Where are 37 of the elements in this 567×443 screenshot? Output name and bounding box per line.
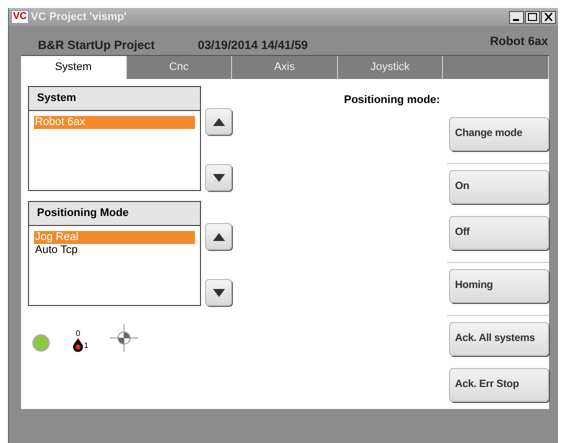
minimize-button[interactable] [509,10,524,24]
down-triangle-icon [212,174,224,182]
scroll-down-button[interactable] [205,164,232,191]
tab[interactable]: System [21,56,127,79]
list-header: System [29,87,200,111]
tab[interactable]: Cnc [126,56,232,79]
down-triangle-icon [212,288,224,296]
tab[interactable]: Axis [232,56,338,79]
key-switch-icon [72,338,84,352]
robot-name: Robot 6ax [490,32,548,50]
maximize-button[interactable] [525,10,540,24]
action-button[interactable]: On [449,170,549,204]
project-name: B&R StartUp Project [38,36,155,54]
action-button[interactable]: Off [449,216,549,250]
positioning-mode-label: Positioning mode: [344,93,441,108]
up-triangle-icon [212,118,224,126]
action-button[interactable]: Change mode [449,116,549,150]
action-button[interactable]: Homing [449,268,549,302]
date-time: 03/19/2014 14/41/59 [198,36,308,54]
close-icon [544,13,553,21]
scroll-up-button[interactable] [205,223,232,250]
switch-off-label: 0 [76,330,80,338]
action-button[interactable]: Ack. Err Stop [449,368,549,402]
action-button[interactable]: Ack. All systems [449,322,549,356]
list-header: Positioning Mode [29,202,200,226]
app-logo: VC [11,10,29,24]
close-button[interactable] [541,10,556,24]
up-triangle-icon [212,232,224,240]
list-item[interactable]: Auto Tcp [34,244,195,257]
maximize-icon [528,13,537,21]
scroll-up-button[interactable] [205,108,232,135]
scroll-down-button[interactable] [205,279,232,306]
tab[interactable]: Joystick [338,56,444,79]
crosshair-icon [110,324,138,352]
window-title: VC Project 'vismp' [30,10,127,25]
status-lamp-icon [32,334,50,352]
switch-on-label: 1 [84,341,88,351]
